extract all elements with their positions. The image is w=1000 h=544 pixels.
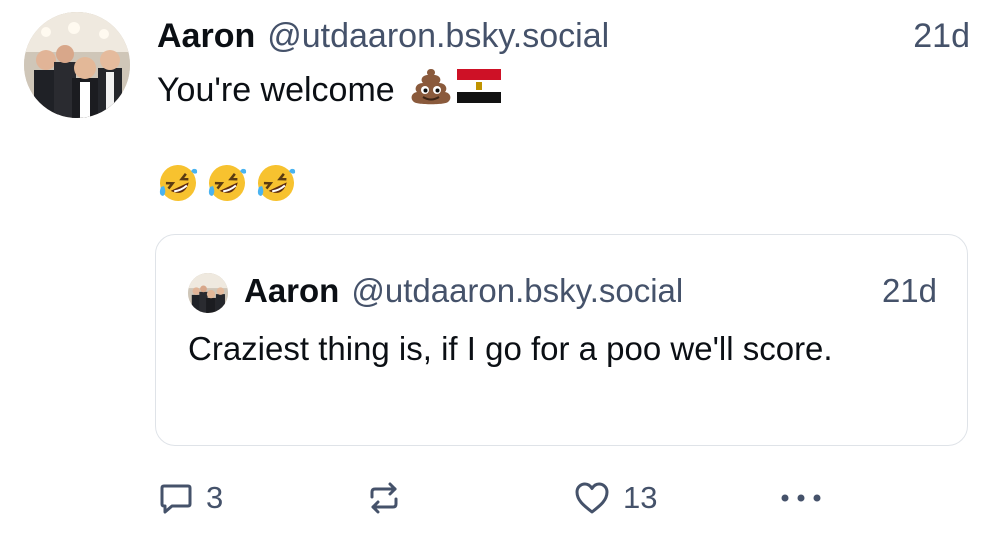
speech-bubble-icon	[158, 480, 194, 516]
quoted-post-timestamp[interactable]: 21d	[882, 272, 937, 310]
reply-count: 3	[206, 480, 224, 515]
post-emoji-line	[158, 163, 296, 208]
repost-arrows-icon	[366, 480, 402, 516]
avatar-photo	[24, 12, 130, 118]
quoted-author-handle[interactable]: @utdaaron.bsky.social	[351, 272, 683, 310]
like-count: 13	[623, 480, 658, 515]
more-options-button[interactable]	[778, 474, 824, 522]
heart-icon	[573, 480, 611, 516]
repost-button[interactable]	[366, 474, 414, 522]
quoted-post-header: Aaron @utdaaron.bsky.social 21d	[244, 269, 937, 313]
rolling-on-floor-laughing-emoji	[256, 163, 296, 208]
avatar-photo	[188, 273, 228, 313]
author-handle[interactable]: @utdaaron.bsky.social	[267, 17, 609, 56]
reply-button[interactable]: 3	[158, 474, 223, 522]
ellipsis-icon	[778, 480, 824, 516]
quoted-post-text: Craziest thing is, if I go for a poo we'…	[188, 330, 833, 367]
quoted-author-name[interactable]: Aaron	[244, 272, 339, 310]
post-text: You're welcome	[157, 66, 501, 114]
rolling-on-floor-laughing-emoji	[207, 163, 247, 208]
post-timestamp[interactable]: 21d	[913, 17, 970, 56]
author-avatar[interactable]	[24, 12, 130, 118]
pile-of-poo-emoji	[409, 66, 453, 115]
like-button[interactable]: 13	[573, 474, 657, 522]
post-text-line: You're welcome	[157, 70, 395, 109]
egypt-flag-emoji	[456, 68, 501, 112]
rolling-on-floor-laughing-emoji	[158, 163, 198, 208]
author-name[interactable]: Aaron	[157, 17, 255, 56]
post-header: Aaron @utdaaron.bsky.social 21d	[157, 14, 970, 58]
post-actions-bar: 3 13	[0, 474, 1000, 522]
quoted-author-avatar[interactable]	[188, 273, 228, 313]
quoted-post-card[interactable]: Aaron @utdaaron.bsky.social 21d Craziest…	[155, 234, 968, 446]
